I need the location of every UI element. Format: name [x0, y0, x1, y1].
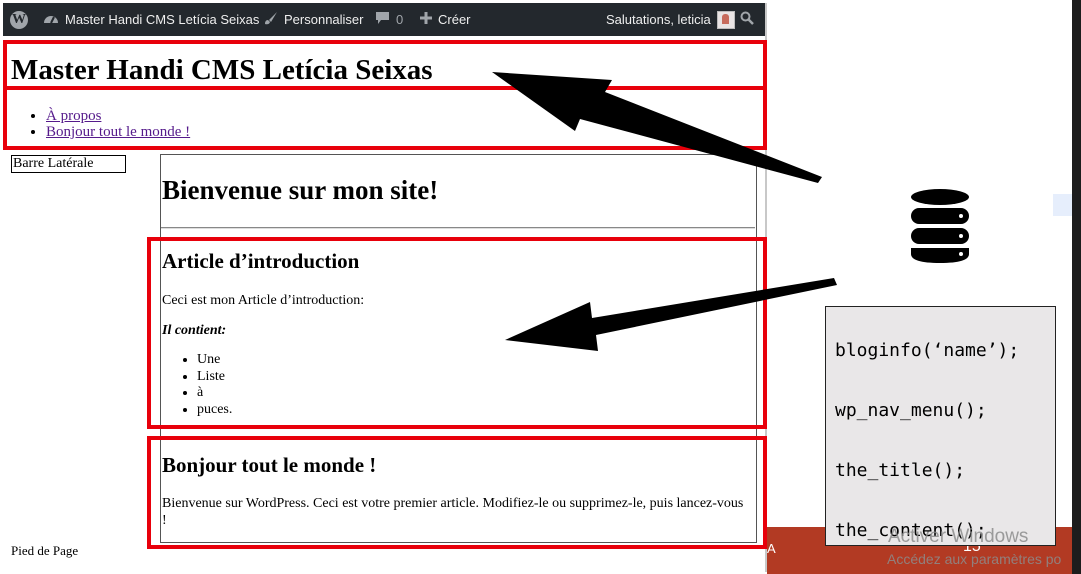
edge-tab: [1053, 194, 1072, 216]
activation-watermark-subtitle: Accédez aux paramètres po: [887, 551, 1062, 567]
code-line: wp_nav_menu();: [835, 400, 987, 421]
arrow-to-article: [505, 278, 837, 351]
code-panel: bloginfo(‘name’); wp_nav_menu(); the_tit…: [825, 306, 1056, 546]
slide-footer-text: A: [767, 541, 776, 556]
activation-watermark-title: Activer Windows: [888, 526, 1029, 547]
code-line: bloginfo(‘name’);: [835, 340, 1020, 361]
arrow-to-title: [492, 72, 822, 183]
database-icon: [911, 189, 969, 263]
window-edge: [1072, 0, 1081, 574]
code-line: the_title();: [835, 460, 966, 481]
